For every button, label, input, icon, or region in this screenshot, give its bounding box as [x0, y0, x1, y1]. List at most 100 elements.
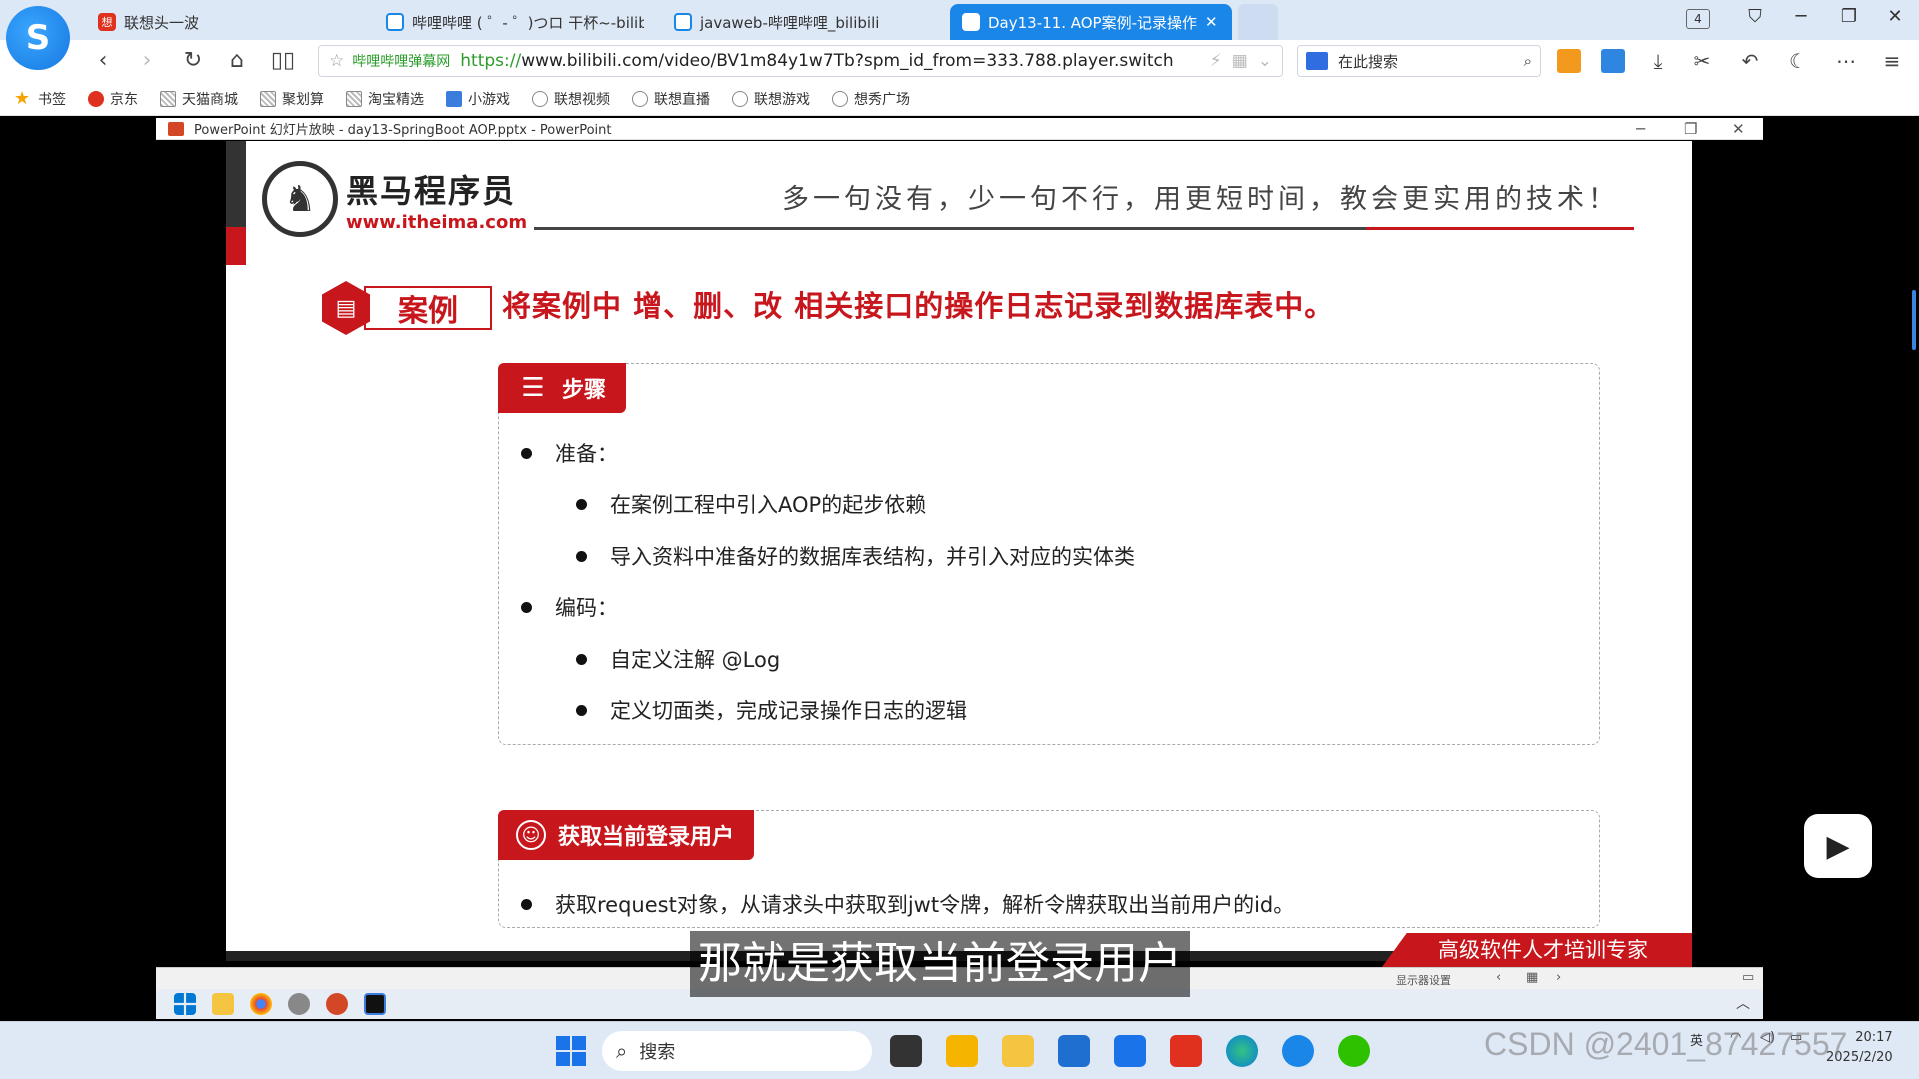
search-engine-icon[interactable] — [1306, 52, 1328, 70]
bullet-dot — [521, 447, 532, 459]
app-icon[interactable] — [288, 993, 310, 1015]
store-icon[interactable] — [1058, 1035, 1090, 1067]
extension-orange-icon[interactable] — [1557, 49, 1581, 73]
bullet-dot — [576, 704, 587, 716]
home-icon[interactable]: ⌂ — [224, 48, 250, 73]
bookmark-item[interactable]: ★ 书签 — [14, 89, 66, 109]
intellij-icon[interactable] — [364, 993, 386, 1015]
qr-icon[interactable]: ▦ — [1232, 51, 1248, 71]
bookmark-item[interactable]: 京东 — [88, 89, 138, 109]
windows-start-icon[interactable] — [556, 1036, 586, 1066]
bookmark-item[interactable]: 想秀广场 — [832, 89, 910, 109]
tab-lenovo[interactable]: 想 联想头一波 — [86, 4, 368, 40]
bilibili-icon — [386, 13, 404, 31]
new-tab-button[interactable] — [1238, 4, 1278, 40]
refresh-icon[interactable]: ↻ — [180, 48, 206, 73]
minimize-icon[interactable]: ─ — [1636, 120, 1645, 138]
close-tab-icon[interactable]: ✕ — [1205, 13, 1218, 31]
back-icon[interactable]: ‹ — [90, 48, 116, 73]
list-item: 在案例工程中引入AOP的起步依赖 — [576, 489, 926, 519]
lightning-icon[interactable]: ⚡ — [1210, 51, 1222, 71]
tab-javaweb[interactable]: javaweb-哔哩哔哩_bilibili — [662, 4, 932, 40]
extension-blue-icon[interactable] — [1601, 49, 1625, 73]
bookmark-label: 小游戏 — [468, 91, 510, 108]
search-box[interactable]: 在此搜索 ⌕ — [1297, 45, 1541, 77]
tab-count-badge[interactable]: 4 — [1686, 9, 1710, 29]
document-icon: ▤ — [322, 281, 370, 335]
bullet-dot — [576, 498, 587, 510]
taskbar-search[interactable]: ⌕ 搜索 — [602, 1031, 872, 1071]
juhuasuan-icon — [260, 90, 276, 107]
restore-icon[interactable]: ❐ — [1834, 6, 1864, 27]
menu-icon[interactable]: ≡ — [1880, 49, 1904, 73]
address-bar[interactable]: ☆ 哔哩哔哩弹幕网 https://www.bilibili.com/video… — [318, 45, 1283, 77]
forward-icon[interactable]: › — [134, 48, 160, 73]
browser-taskbar-icon[interactable] — [1282, 1035, 1314, 1067]
list-item: 准备： — [521, 438, 618, 468]
bullet-dot — [576, 550, 587, 562]
scrollbar-thumb[interactable] — [1912, 290, 1916, 350]
steps-box: ☰ 步骤 准备： 在案例工程中引入AOP的起步依赖 导入资料中准备好的数据库表结… — [498, 363, 1600, 745]
url-text[interactable]: https://www.bilibili.com/video/BV1m84y1w… — [460, 51, 1200, 71]
display-settings-label[interactable]: 显示器设置 — [1396, 972, 1451, 988]
night-mode-icon[interactable]: ☾ — [1786, 49, 1810, 73]
list-item-text: 编码： — [555, 596, 618, 620]
grid-view-icon[interactable]: ▦ — [1526, 970, 1538, 985]
bookmark-item[interactable]: 小游戏 — [446, 89, 510, 109]
close-window-icon[interactable]: ✕ — [1880, 6, 1910, 27]
search-input[interactable]: 在此搜索 — [1338, 51, 1398, 72]
browser-logo-icon[interactable]: S — [6, 6, 70, 70]
bookmark-star-icon[interactable]: ☆ — [329, 51, 344, 71]
list-item: 定义切面类，完成记录操作日志的逻辑 — [576, 695, 967, 725]
steps-header-label: 步骤 — [562, 378, 607, 403]
bullet-dot — [576, 653, 587, 665]
prev-slide-icon[interactable]: ‹ — [1496, 970, 1501, 985]
search-icon[interactable]: ⌕ — [1524, 52, 1532, 70]
wechat-icon[interactable] — [1338, 1035, 1370, 1067]
bilibili-play-icon[interactable]: ▶ — [1804, 814, 1872, 878]
search-icon: ⌕ — [616, 1039, 628, 1063]
tab-day13-active[interactable]: Day13-11. AOP案例-记录操作 ✕ — [950, 4, 1232, 40]
taobao-icon — [346, 90, 362, 107]
globe-icon — [532, 90, 548, 107]
next-slide-icon[interactable]: › — [1556, 970, 1561, 985]
bookmark-item[interactable]: 联想视频 — [532, 89, 610, 109]
list-item: 获取request对象，从请求头中获取到jwt令牌，解析令牌获取出当前用户的id… — [521, 889, 1294, 919]
browser-toolbar: ‹ › ↻ ⌂ ▯▯ ☆ 哔哩哔哩弹幕网 https://www.bilibil… — [0, 40, 1919, 82]
undo-icon[interactable]: ↶ — [1738, 49, 1762, 73]
minimize-icon[interactable]: ─ — [1786, 6, 1816, 27]
shirt-icon[interactable]: ⛉ — [1740, 6, 1770, 27]
chevron-down-icon[interactable]: ⌄ — [1258, 51, 1272, 71]
edge-icon[interactable] — [1226, 1035, 1258, 1067]
slide-decor-bar — [226, 141, 246, 227]
bookmark-item[interactable]: 聚划算 — [260, 89, 324, 109]
bookmark-item[interactable]: 天猫商城 — [160, 89, 238, 109]
reader-icon[interactable]: ▯▯ — [270, 48, 296, 73]
file-explorer-icon[interactable] — [212, 993, 234, 1015]
file-explorer-icon[interactable] — [1002, 1035, 1034, 1067]
close-window-icon[interactable]: ✕ — [1732, 120, 1745, 138]
bookmark-item[interactable]: 淘宝精选 — [346, 89, 424, 109]
windows-start-icon[interactable] — [174, 993, 196, 1015]
presentation-slide: ♞ 黑马程序员 www.itheima.com 多一句没有，少一句不行，用更短时… — [226, 141, 1692, 961]
chevron-up-icon[interactable]: ︿ — [1736, 993, 1750, 1013]
app-folder-icon[interactable] — [946, 1035, 978, 1067]
more-icon[interactable]: ⋯ — [1834, 49, 1858, 73]
scissors-icon[interactable]: ✂ — [1690, 49, 1714, 73]
taskbar-search-label: 搜索 — [639, 1042, 676, 1063]
powerpoint-taskbar-icon[interactable] — [326, 993, 348, 1015]
task-view-icon[interactable] — [890, 1035, 922, 1067]
bookmark-item[interactable]: 联想直播 — [632, 89, 710, 109]
restore-icon[interactable]: ❐ — [1684, 120, 1697, 138]
lenovo-app-icon[interactable] — [1114, 1035, 1146, 1067]
tab-bilibili-home[interactable]: 哔哩哔哩 ( ゜- ゜)つロ 干杯~-bilib — [374, 4, 644, 40]
globe-icon — [832, 90, 848, 107]
chrome-icon[interactable] — [250, 993, 272, 1015]
bookmark-label: 聚划算 — [282, 91, 324, 108]
bookmark-item[interactable]: 联想游戏 — [732, 89, 810, 109]
lenovo-icon: 想 — [98, 13, 116, 31]
bilibili-icon — [674, 13, 692, 31]
slideshow-icon[interactable]: ▭ — [1742, 970, 1754, 985]
wps-icon[interactable] — [1170, 1035, 1202, 1067]
download-icon[interactable]: ⤓ — [1646, 49, 1670, 73]
